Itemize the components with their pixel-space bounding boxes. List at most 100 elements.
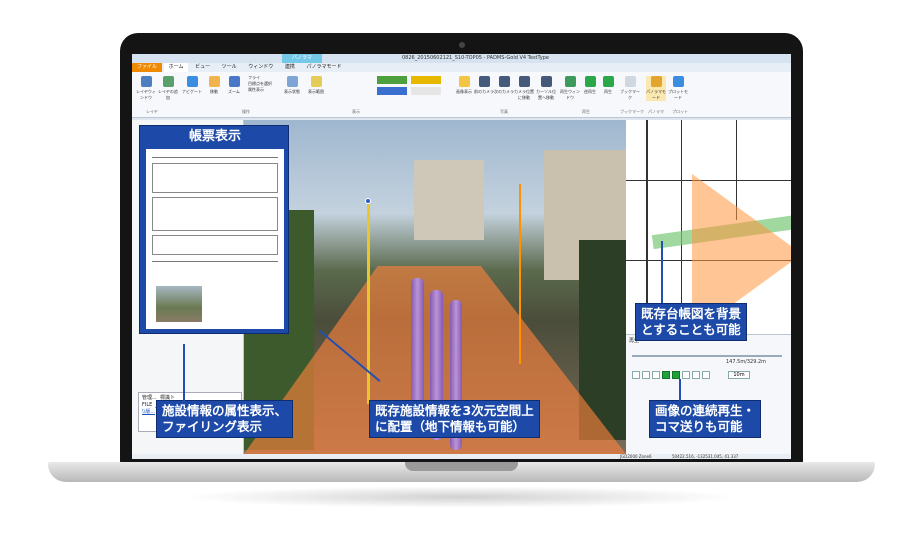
navigate-button[interactable]: ナビゲート — [182, 76, 202, 95]
tab-window[interactable]: ウィンドウ — [243, 63, 278, 72]
window-title: 0826_20150602121_S10-TOP05 - PADMS-Gold … — [402, 55, 549, 61]
status-coordinates: 50422.516, -132531.045, 41.337 — [672, 454, 739, 459]
plot-mode-label: プロットモード — [668, 89, 688, 100]
group-display: 表示 — [352, 109, 360, 114]
layer-window-button[interactable]: レイヤウィンドウ — [136, 76, 156, 101]
step-select[interactable]: 10m — [728, 371, 750, 379]
last-frame-button[interactable] — [692, 371, 700, 379]
add-layer-icon — [162, 76, 174, 87]
display-state-label: 表示状態 — [284, 89, 300, 94]
swatch-green[interactable] — [377, 76, 407, 84]
zoom-label: ズーム — [228, 89, 240, 94]
next-camera-button[interactable]: 次のカメラ — [494, 76, 514, 95]
next-frame-button[interactable] — [682, 371, 690, 379]
form-view-card: 帳票表示 — [139, 125, 289, 334]
zoom-button[interactable]: ズーム — [224, 76, 244, 95]
loop-button[interactable] — [632, 371, 640, 379]
swatch-blue[interactable] — [377, 87, 407, 95]
tab-file[interactable]: ファイル — [132, 63, 163, 72]
callout-facility-attr-line1: 施設情報の属性表示、 — [162, 403, 288, 418]
bookmark-label: ブックマーク — [620, 89, 640, 100]
play-window-label: 再生ウィンドウ — [560, 89, 580, 100]
play-control[interactable] — [672, 371, 680, 379]
callout-facility-attr-line2: ファイリング表示 — [162, 419, 263, 434]
display-range-button[interactable]: 表示範囲 — [306, 76, 326, 95]
group-bookmark: ブックマーク — [620, 109, 644, 114]
doc-table-2 — [152, 197, 278, 231]
first-frame-button[interactable] — [642, 371, 650, 379]
doc-rule-2 — [152, 261, 278, 262]
layer-window-label: レイヤウィンドウ — [136, 89, 156, 100]
panorama-mode-button[interactable]: パノラマモード — [646, 76, 666, 101]
callout-playback: 画像の連続再生・ コマ送りも可能 — [649, 400, 762, 438]
group-photo: 写真 — [500, 109, 508, 114]
plot-mode-button[interactable]: プロットモード — [668, 76, 688, 101]
callout-playback-line1: 画像の連続再生・ — [655, 403, 756, 418]
move-to-camera-button[interactable]: カメラ位置に移動 — [514, 76, 534, 101]
panorama-mode-label: パノラマモード — [646, 89, 666, 100]
option-attribute[interactable]: 属性表示 — [248, 87, 272, 93]
image-view-button[interactable]: 画像表示 — [454, 76, 474, 95]
range-icon — [310, 76, 322, 87]
add-layer-button[interactable]: レイヤの追加 — [158, 76, 178, 101]
callout-existing-3d-line2: に配置（地下情報も可能） — [375, 419, 526, 434]
camera-next-icon — [498, 76, 510, 87]
play-icon — [602, 76, 614, 87]
image-view-label: 画像表示 — [456, 89, 472, 94]
display-icon — [286, 76, 298, 87]
move-to-camera-label: カメラ位置に移動 — [514, 89, 534, 100]
house-left — [414, 160, 484, 240]
hand-icon — [208, 76, 220, 87]
tab-panorama[interactable]: パノラマモード — [302, 63, 347, 72]
doc-table-1 — [152, 163, 278, 193]
status-coord-system: JGD2000 Zone6 — [620, 454, 652, 459]
play-label: 再生 — [604, 89, 612, 94]
callout-facility-attr: 施設情報の属性表示、 ファイリング表示 — [156, 400, 294, 438]
swatch-yellow[interactable] — [411, 76, 441, 84]
reverse-play-control[interactable] — [662, 371, 670, 379]
panorama-icon — [650, 76, 662, 87]
bookmark-icon — [624, 76, 636, 87]
move-button[interactable]: 移動 — [204, 76, 224, 95]
attr-key-1: 管理... — [142, 395, 157, 401]
callout-map-bg-line2: とすることも可能 — [641, 322, 741, 337]
group-layer: レイヤ — [146, 109, 158, 114]
move-to-cursor-button[interactable]: カーソル位置へ移動 — [536, 76, 556, 101]
navigate-icon — [186, 76, 198, 87]
form-document — [146, 149, 284, 329]
color-swatches — [377, 76, 447, 102]
tab-view[interactable]: ビュー — [190, 63, 215, 72]
prev-camera-button[interactable]: 前のカメラ — [474, 76, 494, 95]
play-window-button[interactable]: 再生ウィンドウ — [560, 76, 580, 101]
callout-existing-3d-line1: 既存施設情報を3次元空間上 — [375, 403, 534, 418]
prev-frame-button[interactable] — [652, 371, 660, 379]
stop-button[interactable] — [702, 371, 710, 379]
play-button[interactable]: 再生 — [598, 76, 618, 95]
tab-home[interactable]: ホーム — [163, 63, 189, 72]
laptop-notch — [405, 462, 518, 471]
laptop-mockup: パノラマ 0826_20150602121_S10-TOP05 - PADMS-… — [0, 0, 923, 559]
sign-marker[interactable] — [365, 198, 371, 204]
map-line-1 — [646, 120, 648, 334]
camera-prev-icon — [478, 76, 490, 87]
doc-photo — [156, 286, 202, 322]
laptop-shadow — [180, 486, 740, 508]
playback-slider[interactable] — [632, 355, 782, 357]
group-play: 再生 — [582, 109, 590, 114]
utility-pole-right[interactable] — [519, 184, 521, 364]
display-range-label: 表示範囲 — [308, 89, 324, 94]
display-state-button[interactable]: 表示状態 — [282, 76, 302, 95]
attr-key-2: FILE — [142, 402, 153, 408]
tab-tools[interactable]: ツール — [217, 63, 242, 72]
leader-map — [661, 241, 663, 303]
webcam — [459, 42, 465, 48]
swatch-gray[interactable] — [411, 87, 441, 95]
reverse-play-button[interactable]: 逆再生 — [580, 76, 600, 95]
tab-link[interactable]: 連携 — [280, 63, 300, 72]
ribbon-tabs: ファイル ホーム ビュー ツール ウィンドウ 連携 パノラマモード — [132, 63, 791, 72]
camera-pin-icon — [518, 76, 530, 87]
bookmark-button[interactable]: ブックマーク — [620, 76, 640, 101]
doc-table-3 — [152, 235, 278, 255]
callout-existing-3d: 既存施設情報を3次元空間上 に配置（地下情報も可能） — [369, 400, 540, 438]
context-tab-label: パノラマ — [282, 54, 322, 63]
